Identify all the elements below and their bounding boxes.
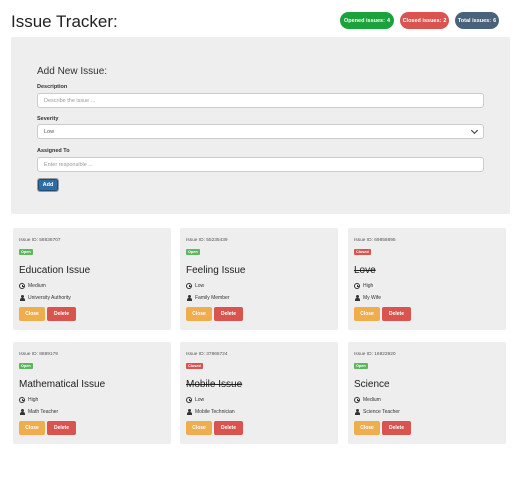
issue-assignee: Family Member: [186, 295, 229, 301]
chevron-down-icon: [470, 126, 479, 134]
close-button[interactable]: Close: [19, 421, 45, 435]
assignee-text: University Authority: [28, 295, 71, 301]
issue-description: Feeling Issue: [186, 265, 246, 276]
closed-issues-count: 2: [443, 17, 447, 24]
issue-id: Issue ID: 55235439: [186, 238, 228, 243]
issue-card: Issue ID: 37865724 Closed Mobile Issue L…: [180, 342, 338, 444]
severity-text: Medium: [363, 397, 381, 403]
issue-card: Issue ID: 16823920 Open Science Medium S…: [348, 342, 506, 444]
issue-card: Issue ID: 58836707 Open Education Issue …: [13, 228, 171, 330]
assignee-text: Science Teacher: [363, 409, 400, 415]
delete-button[interactable]: Delete: [214, 307, 243, 321]
status-badge: Closed: [186, 363, 203, 369]
issue-card: Issue ID: 55235439 Open Feeling Issue Lo…: [180, 228, 338, 330]
assignee-text: Mobile Technician: [195, 409, 235, 415]
total-issues-count: 6: [493, 17, 497, 24]
issue-description: Science: [354, 379, 390, 390]
assigned-to-label: Assigned To: [37, 148, 70, 154]
issue-counters: Opened issues: 4 Closed issues: 2 Total …: [340, 12, 499, 29]
severity-label: Severity: [37, 116, 59, 122]
severity-text: Medium: [28, 283, 46, 289]
closed-issues-badge: Closed issues: 2: [400, 12, 449, 29]
issue-assignee: Math Teacher: [19, 409, 58, 415]
close-button[interactable]: Close: [354, 421, 380, 435]
issue-description: Education Issue: [19, 265, 91, 276]
user-icon: [186, 409, 192, 415]
user-icon: [19, 295, 25, 301]
issue-severity: High: [19, 397, 38, 403]
user-icon: [354, 409, 360, 415]
issue-severity: Low: [186, 397, 204, 403]
issue-id: Issue ID: 69858895: [354, 238, 396, 243]
user-icon: [19, 409, 25, 415]
issue-severity: Low: [186, 283, 204, 289]
status-badge: Closed: [354, 249, 371, 255]
delete-button[interactable]: Delete: [382, 307, 411, 321]
delete-button[interactable]: Delete: [214, 421, 243, 435]
issue-severity: Medium: [354, 397, 381, 403]
closed-issues-label: Closed issues:: [402, 17, 442, 24]
delete-button[interactable]: Delete: [47, 421, 76, 435]
issue-id: Issue ID: 16823920: [354, 352, 396, 357]
clock-icon: [354, 397, 360, 403]
clock-icon: [354, 283, 360, 289]
add-issue-form: Add New Issue: Description Describe the …: [11, 37, 510, 214]
delete-button[interactable]: Delete: [47, 307, 76, 321]
status-badge: Open: [19, 249, 33, 255]
issue-severity: Medium: [19, 283, 46, 289]
issue-description: Mobile Issue: [186, 379, 243, 390]
issue-assignee: Science Teacher: [354, 409, 400, 415]
opened-issues-label: Opened issues:: [343, 17, 385, 24]
user-icon: [354, 295, 360, 301]
issue-description: Mathematical Issue: [19, 379, 106, 390]
close-button[interactable]: Close: [186, 307, 212, 321]
status-badge: Open: [186, 249, 200, 255]
issue-assignee: My Wife: [354, 295, 381, 301]
opened-issues-badge: Opened issues: 4: [340, 12, 394, 29]
issue-id: Issue ID: 8889179: [19, 352, 58, 357]
user-icon: [186, 295, 192, 301]
severity-selected-value: Low: [44, 128, 55, 135]
clock-icon: [186, 397, 192, 403]
status-badge: Open: [19, 363, 33, 369]
close-button[interactable]: Close: [354, 307, 380, 321]
opened-issues-count: 4: [386, 17, 391, 24]
issue-card: Issue ID: 8889179 Open Mathematical Issu…: [13, 342, 171, 444]
assignee-text: Family Member: [195, 295, 230, 301]
severity-text: High: [363, 283, 374, 289]
issue-id: Issue ID: 58836707: [19, 238, 61, 243]
total-issues-badge: Total issues: 6: [455, 12, 499, 29]
close-button[interactable]: Close: [19, 307, 45, 321]
assignee-text: Math Teacher: [28, 409, 59, 415]
clock-icon: [186, 283, 192, 289]
assignee-text: My Wife: [363, 295, 382, 301]
issue-assignee: University Authority: [19, 295, 71, 301]
close-button[interactable]: Close: [186, 421, 212, 435]
delete-button[interactable]: Delete: [382, 421, 411, 435]
clock-icon: [19, 397, 25, 403]
severity-text: Low: [195, 397, 205, 403]
form-heading: Add New Issue:: [37, 66, 108, 77]
issue-id: Issue ID: 37865724: [186, 352, 228, 357]
severity-select[interactable]: Low: [37, 124, 484, 139]
status-badge: Open: [354, 363, 368, 369]
issue-description: Love: [354, 265, 376, 276]
page-title: Issue Tracker:: [11, 12, 118, 31]
description-input[interactable]: Describe the issue ...: [37, 93, 484, 108]
clock-icon: [19, 283, 25, 289]
total-issues-label: Total issues:: [457, 17, 492, 24]
severity-text: Low: [195, 283, 205, 289]
description-label: Description: [37, 84, 68, 90]
severity-text: High: [28, 397, 39, 403]
issue-severity: High: [354, 283, 373, 289]
add-button[interactable]: Add: [37, 178, 59, 192]
issue-card: Issue ID: 69858895 Closed Love High My W…: [348, 228, 506, 330]
issue-assignee: Mobile Technician: [186, 409, 235, 415]
assigned-to-input[interactable]: Enter responsible ...: [37, 157, 484, 172]
